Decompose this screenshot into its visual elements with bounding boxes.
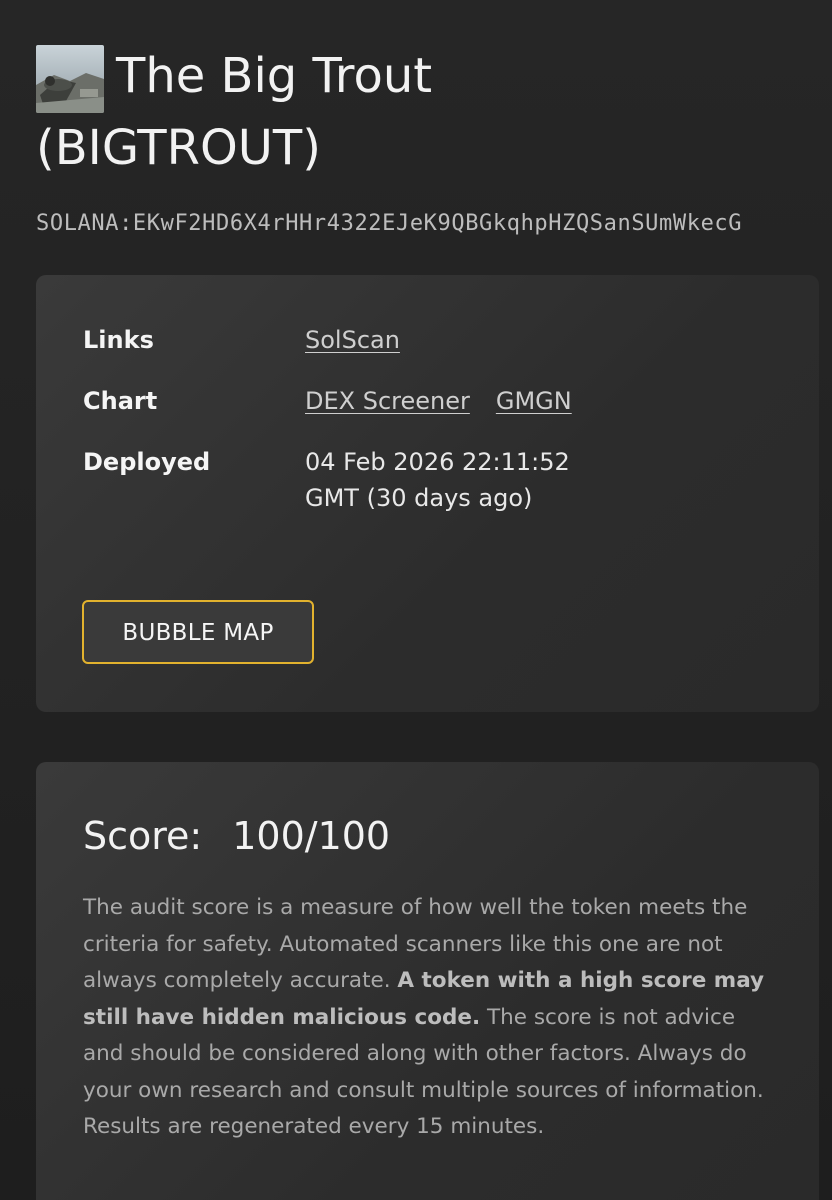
links-values: SolScan xyxy=(305,322,625,358)
score-value: 100/100 xyxy=(232,814,391,858)
chart-values: DEX Screener GMGN xyxy=(305,383,725,419)
chart-label: Chart xyxy=(83,387,158,415)
deployed-label: Deployed xyxy=(83,448,211,476)
solscan-link[interactable]: SolScan xyxy=(305,326,400,354)
deployed-value: 04 Feb 2026 22:11:52 GMT (30 days ago) xyxy=(305,448,570,512)
token-avatar-icon xyxy=(36,45,104,113)
dex-screener-link[interactable]: DEX Screener xyxy=(305,387,470,415)
score-card: Score: 100/100 The audit score is a measu… xyxy=(36,762,819,1200)
score-heading: Score: 100/100 xyxy=(83,812,390,860)
page-title-line1: The Big Trout xyxy=(36,40,796,113)
token-name: The Big Trout xyxy=(116,48,433,104)
score-description: The audit score is a measure of how well… xyxy=(83,890,773,1146)
gmgn-link[interactable]: GMGN xyxy=(496,387,572,415)
token-page: The Big Trout (BIGTROUT) SOLANA:EKwF2HD6… xyxy=(0,0,832,1200)
token-info-card: Links SolScan Chart DEX Screener GMGN Dep… xyxy=(36,275,819,712)
score-label: Score: xyxy=(83,814,203,858)
bubble-map-button[interactable]: BUBBLE MAP xyxy=(82,600,314,664)
links-label: Links xyxy=(83,326,154,354)
page-title-line2: (BIGTROUT) xyxy=(36,120,321,176)
token-header: The Big Trout (BIGTROUT) xyxy=(36,40,796,184)
contract-address: SOLANA:EKwF2HD6X4rHHr4322EJeK9QBGkqhpHZQ… xyxy=(36,211,743,236)
